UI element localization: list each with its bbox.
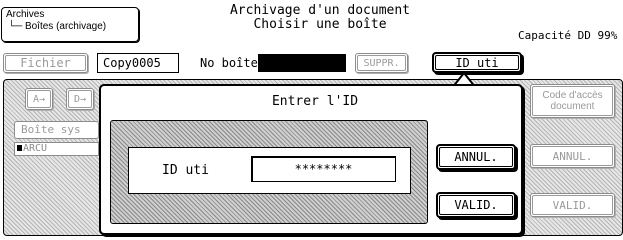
- boite-sys-label: Boîte sys: [21, 123, 81, 136]
- annul-label: ANNUL.: [454, 150, 498, 164]
- tree-branch-icon: └─: [8, 21, 23, 32]
- list-item-label: ARCU: [23, 143, 48, 154]
- id-uti-input[interactable]: ********: [251, 156, 396, 182]
- annul-background-label: ANNUL.: [552, 149, 593, 163]
- fichier-label: Fichier: [20, 56, 71, 70]
- page-title: Archivage d'un document Choisir une boît…: [210, 4, 430, 32]
- sort-b-label: D→: [73, 93, 87, 105]
- valid-label: VALID.: [454, 198, 498, 212]
- document-name-field[interactable]: Copy0005: [97, 53, 179, 73]
- annul-button[interactable]: ANNUL.: [436, 144, 516, 170]
- code-acces-line1: Code d'accès: [542, 90, 603, 101]
- id-uti-button[interactable]: ID uti: [432, 52, 522, 73]
- breadcrumb-child[interactable]: └─ Boîtes (archivage): [6, 21, 134, 33]
- breadcrumb: Archives └─ Boîtes (archivage): [1, 7, 139, 42]
- id-uti-label: ID uti: [455, 55, 499, 70]
- sort-b-button[interactable]: D→: [66, 88, 94, 110]
- list-item[interactable]: ARCU: [14, 142, 99, 156]
- fichier-button[interactable]: Fichier: [3, 53, 88, 73]
- id-uti-input-value: ********: [294, 162, 353, 176]
- annul-button-background[interactable]: ANNUL.: [530, 144, 615, 168]
- sort-a-button[interactable]: A→: [25, 88, 53, 110]
- page-title-line1: Archivage d'un document: [229, 3, 410, 18]
- breadcrumb-root[interactable]: Archives: [6, 9, 134, 21]
- breadcrumb-child-label: Boîtes (archivage): [24, 21, 107, 32]
- valid-background-label: VALID.: [552, 198, 593, 212]
- box-icon: [17, 145, 22, 151]
- no-boite-input[interactable]: [258, 54, 346, 72]
- suppr-label: SUPPR.: [363, 57, 400, 69]
- no-boite-label: No boîte: [200, 56, 258, 70]
- sort-a-label: A→: [32, 93, 46, 105]
- code-acces-button[interactable]: Code d'accès document: [530, 84, 615, 118]
- boite-sys-tab[interactable]: Boîte sys: [14, 121, 99, 139]
- document-name-value: Copy0005: [103, 56, 161, 70]
- dialog-title: Entrer l'ID: [271, 94, 359, 109]
- valid-button[interactable]: VALID.: [436, 192, 516, 218]
- capacity-indicator: Capacité DD 99%: [518, 29, 618, 42]
- id-uti-field-label: ID uti: [162, 163, 209, 178]
- suppr-button[interactable]: SUPPR.: [355, 53, 408, 73]
- valid-button-background[interactable]: VALID.: [530, 193, 615, 217]
- code-acces-line2: document: [550, 101, 595, 112]
- page-title-line2: Choisir une boîte: [253, 17, 387, 32]
